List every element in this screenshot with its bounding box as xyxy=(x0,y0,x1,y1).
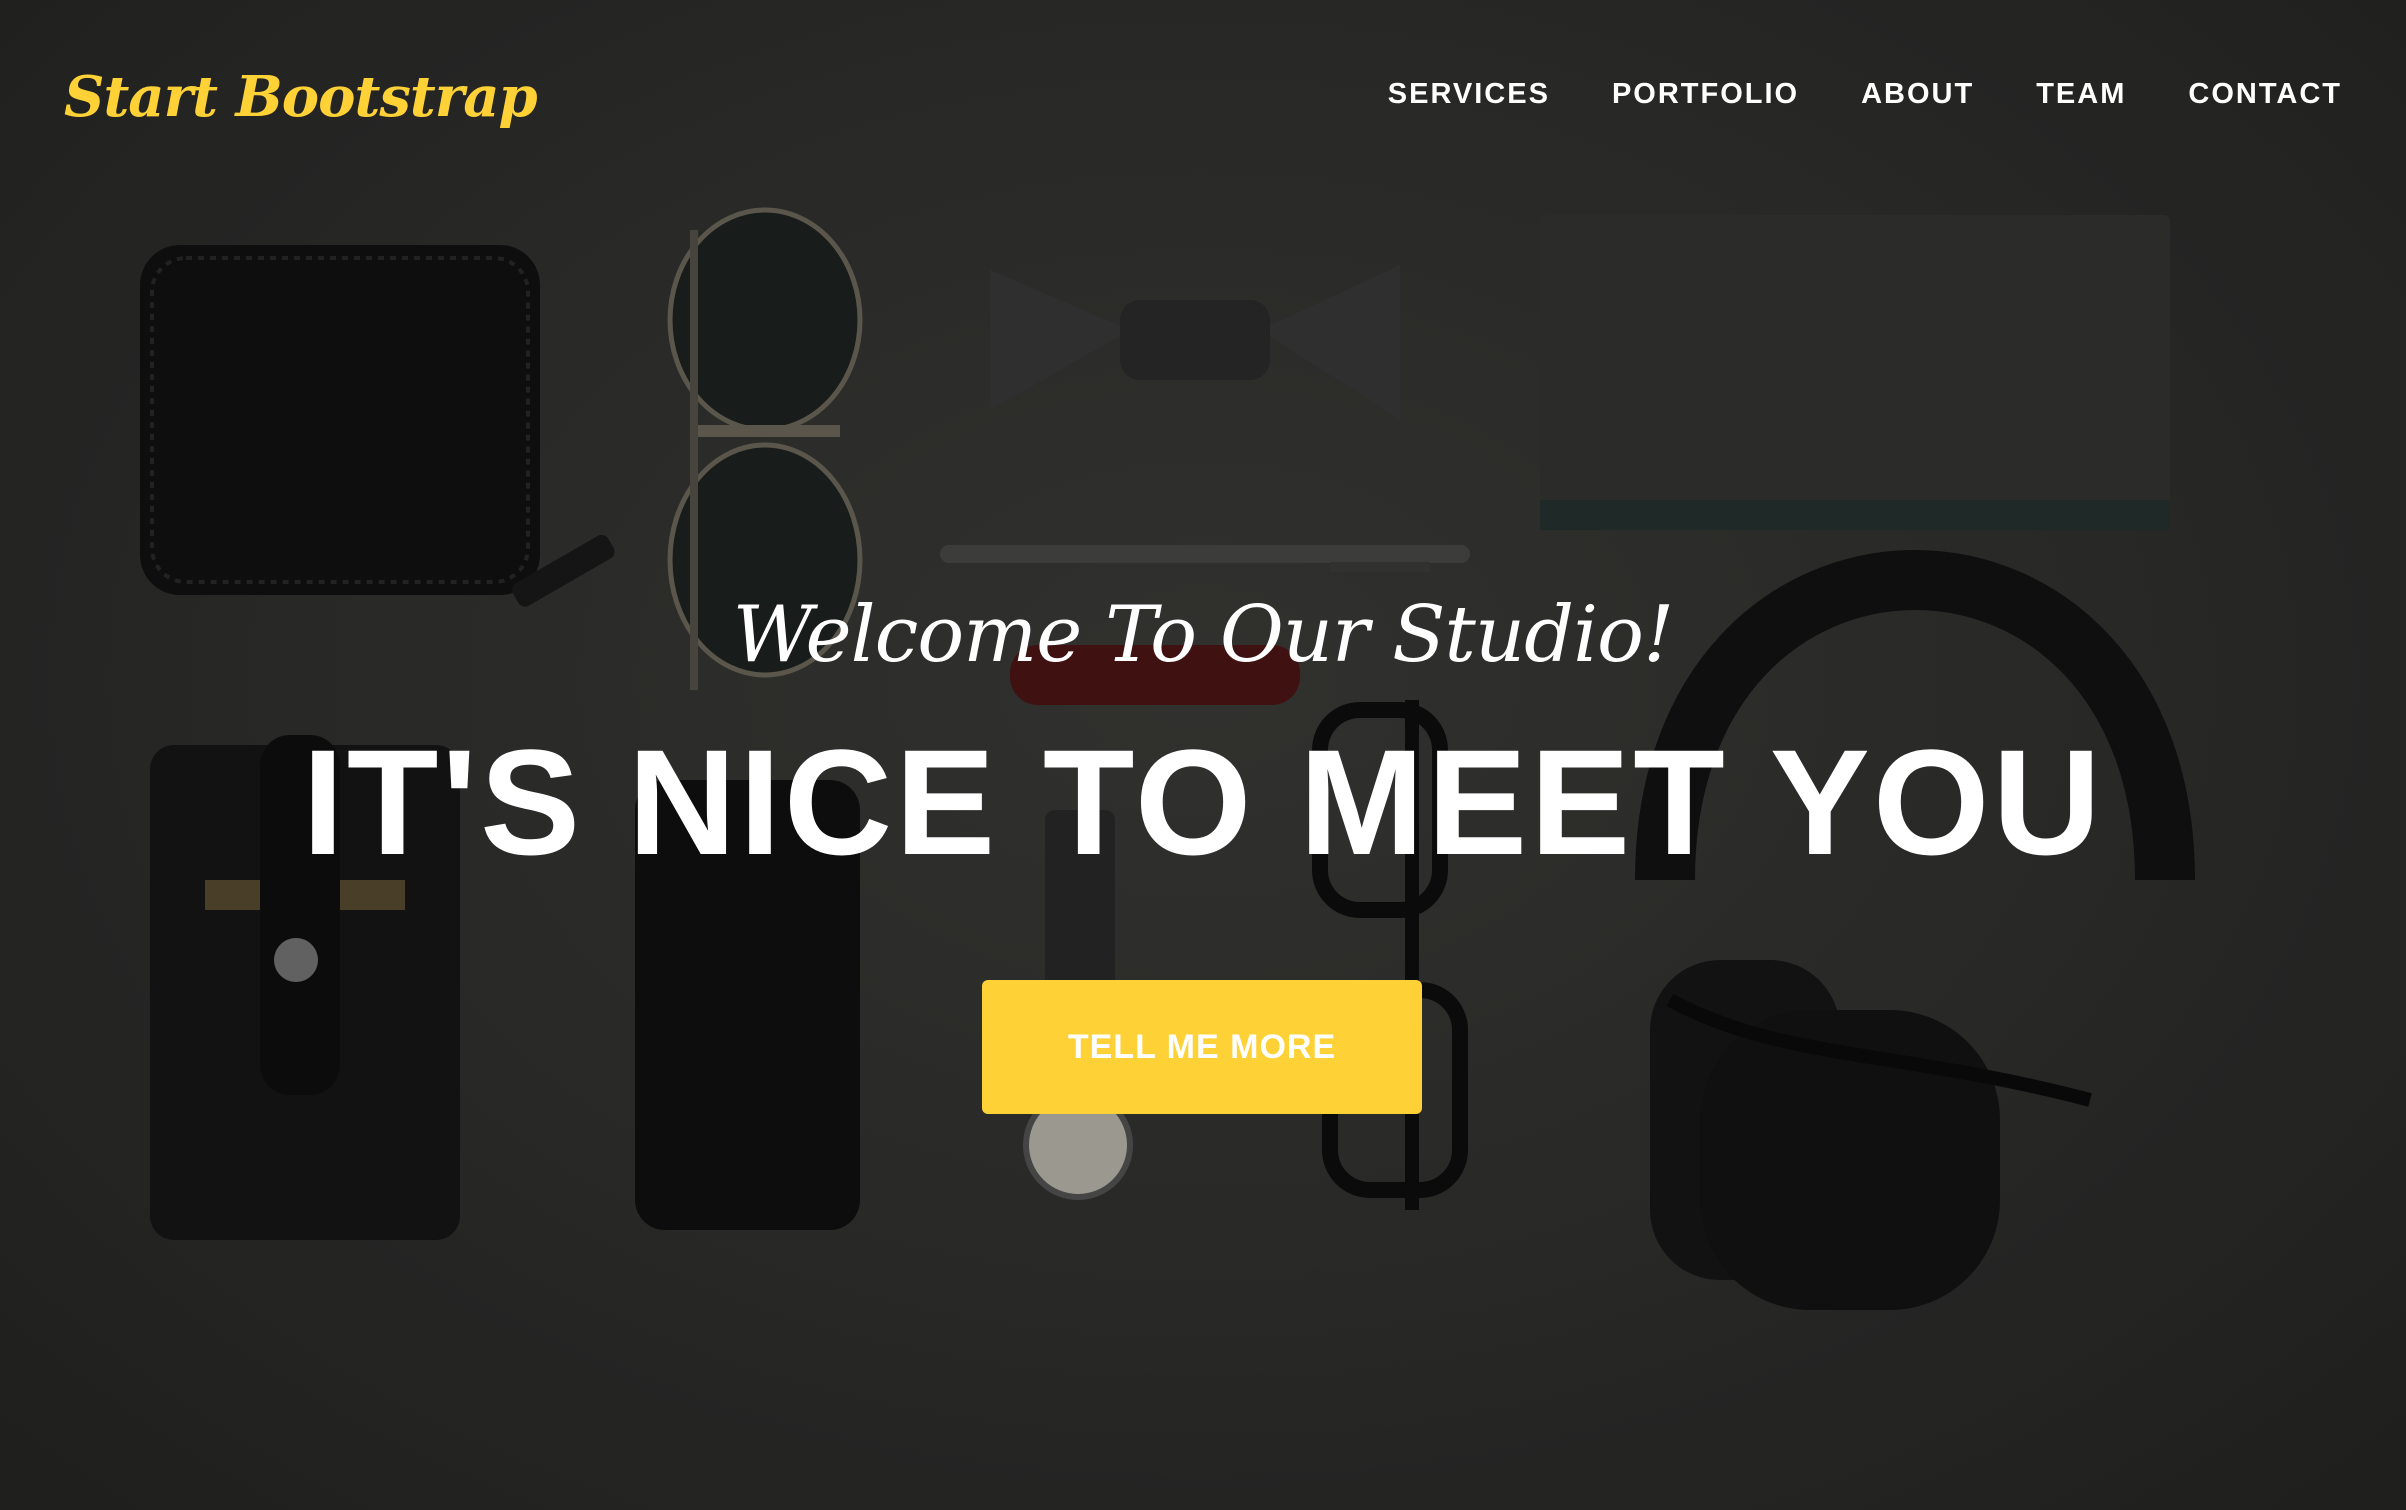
nav-item-contact[interactable]: CONTACT xyxy=(2188,78,2342,111)
nav-item-services[interactable]: SERVICES xyxy=(1388,78,1550,111)
hero-heading: IT'S NICE TO MEET YOU xyxy=(302,718,2104,886)
nav-item-portfolio[interactable]: PORTFOLIO xyxy=(1612,78,1799,111)
brand-logo-link[interactable]: Start Bootstrap xyxy=(64,64,538,130)
tell-me-more-button[interactable]: TELL ME MORE xyxy=(982,980,1422,1114)
hero-subheading: Welcome To Our Studio! xyxy=(732,590,1675,680)
nav-item-team[interactable]: TEAM xyxy=(2036,78,2126,111)
top-navbar: Start Bootstrap SERVICES PORTFOLIO ABOUT… xyxy=(0,0,2406,200)
hero-page: Start Bootstrap SERVICES PORTFOLIO ABOUT… xyxy=(0,0,2406,1510)
nav-menu: SERVICES PORTFOLIO ABOUT TEAM CONTACT xyxy=(1326,78,2342,111)
nav-item-about[interactable]: ABOUT xyxy=(1861,78,1974,111)
